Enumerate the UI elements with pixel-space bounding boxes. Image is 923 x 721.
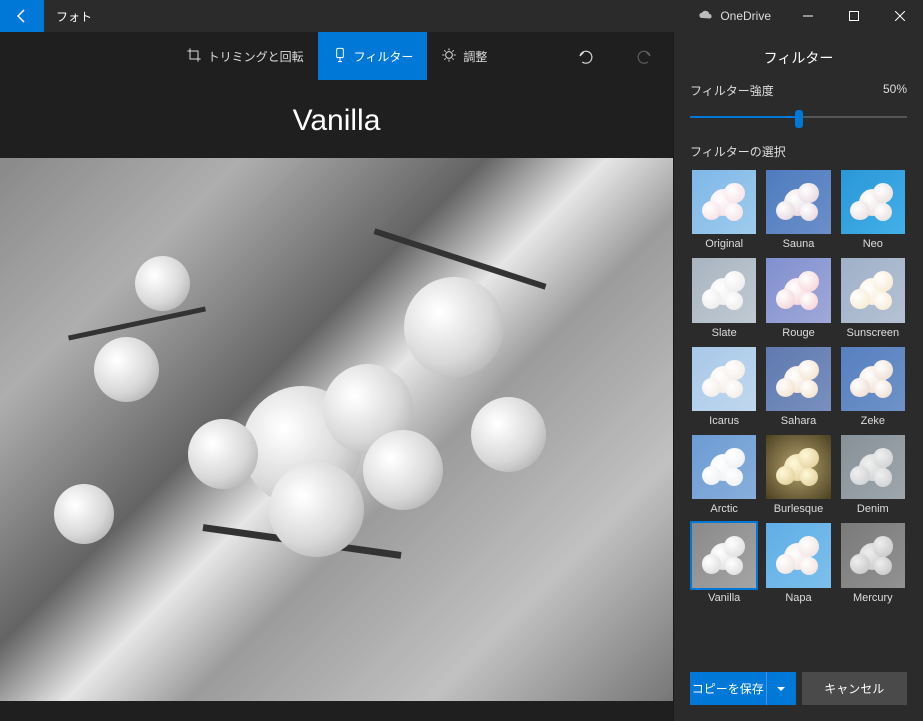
undo-icon [577, 47, 595, 65]
filter-thumb-image [839, 521, 907, 589]
tab-label: 調整 [463, 48, 487, 65]
back-arrow-icon [14, 8, 30, 24]
filter-thumb-image [839, 433, 907, 501]
save-copy-button[interactable]: コピーを保存 [690, 672, 766, 705]
filter-thumb-image [839, 345, 907, 413]
filter-thumb-image [690, 433, 758, 501]
maximize-button[interactable] [831, 0, 877, 32]
filter-thumb-label: Original [690, 238, 758, 250]
side-panel-body: フィルター強度 50% フィルターの選択 Original Sauna Neo Sla… [674, 82, 923, 660]
crop-icon [186, 47, 202, 66]
filter-thumb-label: Icarus [690, 415, 758, 427]
filter-strength-section: フィルター強度 50% [690, 82, 907, 127]
filter-thumb-icarus[interactable]: Icarus [690, 345, 758, 427]
cloud-icon [698, 8, 714, 24]
save-split-button: コピーを保存 [690, 672, 796, 705]
filter-thumb-mercury[interactable]: Mercury [839, 521, 907, 603]
filter-thumb-image [839, 168, 907, 236]
current-filter-name: Vanilla [293, 104, 381, 138]
maximize-icon [849, 11, 859, 21]
filter-thumb-napa[interactable]: Napa [764, 521, 832, 603]
tab-adjust[interactable]: 調整 [427, 32, 501, 80]
filter-thumb-image [764, 256, 832, 324]
filter-icon [332, 47, 348, 66]
filter-thumb-sahara[interactable]: Sahara [764, 345, 832, 427]
filter-thumb-vanilla[interactable]: Vanilla [690, 521, 758, 603]
redo-button [635, 47, 653, 65]
app-title: フォト [44, 0, 104, 32]
filter-thumb-label: Sunscreen [839, 327, 907, 339]
save-dropdown-button[interactable] [766, 672, 796, 705]
content: トリミングと回転 フィルター 調整 Vanilla [0, 32, 923, 721]
filter-thumb-rouge[interactable]: Rouge [764, 256, 832, 338]
filter-thumb-label: Rouge [764, 327, 832, 339]
filter-thumb-image [690, 168, 758, 236]
edit-toolbar: トリミングと回転 フィルター 調整 [0, 32, 673, 80]
filter-thumb-image [839, 256, 907, 324]
minimize-icon [803, 11, 813, 21]
strength-label: フィルター強度 [690, 82, 774, 99]
close-button[interactable] [877, 0, 923, 32]
onedrive-status[interactable]: OneDrive [684, 0, 785, 32]
side-footer: コピーを保存 キャンセル [674, 660, 923, 721]
filter-thumb-image [764, 521, 832, 589]
filter-thumb-image [690, 256, 758, 324]
preview-image [0, 158, 673, 701]
filter-thumb-sunscreen[interactable]: Sunscreen [839, 256, 907, 338]
filter-thumb-label: Mercury [839, 592, 907, 604]
tab-filter[interactable]: フィルター [318, 32, 428, 80]
back-button[interactable] [0, 0, 44, 32]
strength-slider[interactable] [690, 107, 907, 127]
filter-thumb-image [764, 168, 832, 236]
side-panel-title: フィルター [674, 32, 923, 82]
filter-thumb-label: Denim [839, 503, 907, 515]
tab-crop[interactable]: トリミングと回転 [172, 32, 318, 80]
filter-thumb-image [690, 345, 758, 413]
filter-thumb-label: Neo [839, 238, 907, 250]
filter-thumb-label: Sauna [764, 238, 832, 250]
chevron-down-icon [776, 684, 786, 694]
filter-thumb-image [764, 345, 832, 413]
slider-thumb[interactable] [795, 110, 803, 128]
filter-thumb-label: Zeke [839, 415, 907, 427]
cancel-button[interactable]: キャンセル [802, 672, 908, 705]
close-icon [895, 11, 905, 21]
titlebar: フォト OneDrive [0, 0, 923, 32]
filter-select-label: フィルターの選択 [690, 143, 907, 160]
tab-label: フィルター [354, 48, 414, 65]
filter-thumb-image [764, 433, 832, 501]
filter-thumb-arctic[interactable]: Arctic [690, 433, 758, 515]
main-area: トリミングと回転 フィルター 調整 Vanilla [0, 32, 673, 721]
filter-thumb-denim[interactable]: Denim [839, 433, 907, 515]
minimize-button[interactable] [785, 0, 831, 32]
canvas: Vanilla [0, 80, 673, 721]
filter-thumb-slate[interactable]: Slate [690, 256, 758, 338]
filter-thumbnails: Original Sauna Neo Slate Rouge Sunscreen Icaru… [690, 168, 907, 604]
strength-value: 50% [883, 82, 907, 99]
onedrive-label: OneDrive [720, 9, 771, 23]
filter-thumb-label: Slate [690, 327, 758, 339]
filter-thumb-image [690, 521, 758, 589]
filter-thumb-label: Burlesque [764, 503, 832, 515]
history-controls [557, 32, 673, 80]
redo-icon [635, 47, 653, 65]
slider-fill [690, 116, 799, 118]
filter-thumb-neo[interactable]: Neo [839, 168, 907, 250]
undo-button[interactable] [577, 47, 595, 65]
side-panel: フィルター フィルター強度 50% フィルターの選択 Original Sauna… [673, 32, 923, 721]
adjust-icon [441, 47, 457, 66]
filter-thumb-label: Vanilla [690, 592, 758, 604]
tab-label: トリミングと回転 [208, 48, 304, 65]
filter-thumb-sauna[interactable]: Sauna [764, 168, 832, 250]
filter-thumb-burlesque[interactable]: Burlesque [764, 433, 832, 515]
filter-thumb-label: Napa [764, 592, 832, 604]
tool-tabs: トリミングと回転 フィルター 調整 [172, 32, 502, 80]
image-preview[interactable] [0, 158, 673, 701]
filter-thumb-zeke[interactable]: Zeke [839, 345, 907, 427]
filter-thumb-label: Sahara [764, 415, 832, 427]
titlebar-spacer[interactable] [104, 0, 684, 32]
window-controls [785, 0, 923, 32]
filter-thumb-label: Arctic [690, 503, 758, 515]
filter-thumb-original[interactable]: Original [690, 168, 758, 250]
